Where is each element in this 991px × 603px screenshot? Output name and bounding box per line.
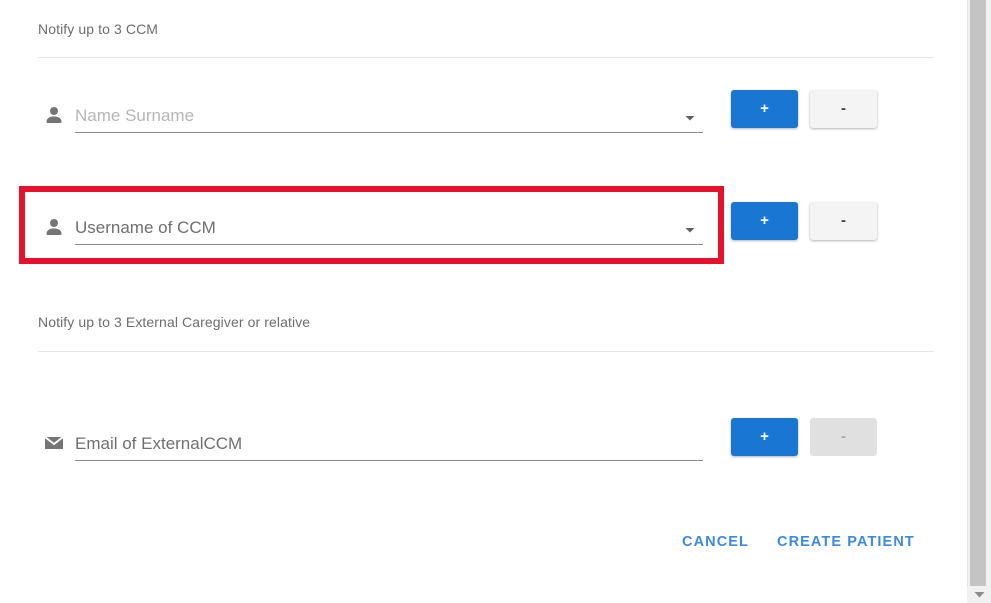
field-row-ccm-name: Name Surname + -	[0, 89, 964, 145]
external-email-input[interactable]: Email of ExternalCCM	[75, 421, 703, 461]
add-ccm-username-button[interactable]: +	[731, 202, 798, 240]
email-icon	[42, 431, 66, 455]
add-external-email-button[interactable]: +	[731, 418, 798, 456]
ccm-name-select[interactable]: Name Surname	[75, 93, 703, 133]
person-icon	[42, 103, 66, 127]
create-patient-dialog-screen: Notify up to 3 CCM Name Surname + - User…	[0, 0, 991, 603]
remove-ccm-username-button[interactable]: -	[810, 202, 877, 240]
scrollbar-down-arrow-button[interactable]	[967, 586, 991, 603]
external-email-placeholder: Email of ExternalCCM	[75, 434, 243, 453]
field-row-external-email: Email of ExternalCCM + -	[0, 417, 964, 473]
section-divider-external-caregiver	[38, 351, 934, 352]
ccm-username-placeholder: Username of CCM	[75, 218, 216, 237]
chevron-down-icon[interactable]	[684, 112, 696, 124]
triangle-down-icon	[974, 591, 985, 598]
cancel-button[interactable]: CANCEL	[682, 534, 749, 550]
section-label-external-caregiver: Notify up to 3 External Caregiver or rel…	[38, 314, 311, 330]
section-label-ccm: Notify up to 3 CCM	[38, 21, 159, 37]
create-patient-button[interactable]: CREATE PATIENT	[777, 534, 915, 550]
ccm-name-placeholder: Name Surname	[75, 106, 195, 125]
add-ccm-name-button[interactable]: +	[731, 90, 798, 128]
section-divider-ccm	[38, 57, 934, 58]
ccm-username-select[interactable]: Username of CCM	[75, 205, 703, 245]
field-row-ccm-username: Username of CCM + -	[0, 201, 964, 257]
create-patient-dialog: Notify up to 3 CCM Name Surname + - User…	[0, 0, 964, 603]
remove-external-email-button: -	[810, 418, 877, 456]
chevron-down-icon[interactable]	[684, 224, 696, 236]
person-icon	[42, 215, 66, 239]
remove-ccm-name-button[interactable]: -	[810, 90, 877, 128]
vertical-scrollbar-thumb[interactable]	[970, 0, 986, 586]
